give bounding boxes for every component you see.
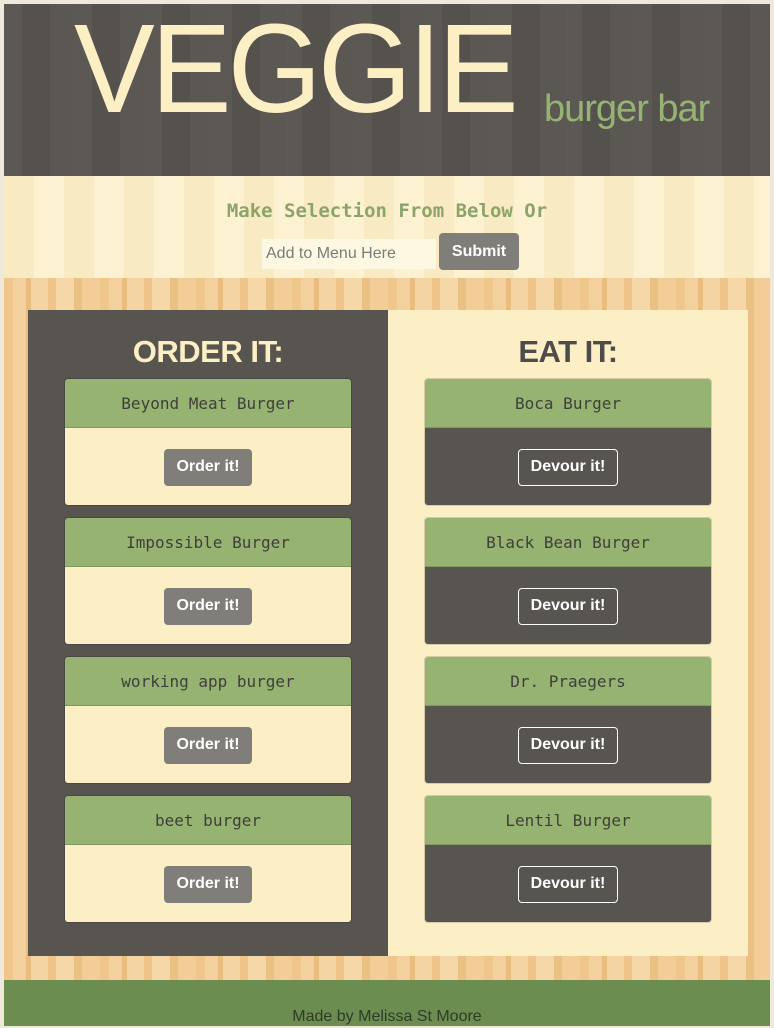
eat-card: Boca Burger Devour it! (424, 378, 712, 506)
add-burger-form: Make Selection From Below Or Submit (4, 176, 770, 278)
brand-subtitle: burger bar (544, 88, 710, 130)
burger-name: Beyond Meat Burger (65, 379, 351, 428)
eat-panel: EAT IT: Boca Burger Devour it! Black Bea… (388, 310, 748, 956)
order-card: Beyond Meat Burger Order it! (64, 378, 352, 506)
brand-title: VEGGIE (74, 0, 519, 139)
burger-name: Black Bean Burger (425, 518, 711, 567)
order-card: Impossible Burger Order it! (64, 517, 352, 645)
order-button[interactable]: Order it! (164, 448, 252, 486)
eat-panel-title: EAT IT: (518, 334, 618, 369)
header: VEGGIE burger bar (4, 4, 770, 176)
order-button[interactable]: Order it! (164, 865, 252, 903)
devour-button[interactable]: Devour it! (518, 865, 618, 903)
footer: Made by Melissa St Moore (4, 980, 770, 1026)
burger-name: Dr. Praegers (425, 657, 711, 706)
eat-card: Black Bean Burger Devour it! (424, 517, 712, 645)
burger-name: beet burger (65, 796, 351, 845)
eat-card: Dr. Praegers Devour it! (424, 656, 712, 784)
burger-name: working app burger (65, 657, 351, 706)
footer-credit: Made by Melissa St Moore (292, 1008, 482, 1025)
order-button[interactable]: Order it! (164, 726, 252, 764)
order-panel: ORDER IT: Beyond Meat Burger Order it! I… (28, 310, 388, 956)
burger-name: Lentil Burger (425, 796, 711, 845)
order-card: working app burger Order it! (64, 656, 352, 784)
devour-button[interactable]: Devour it! (518, 587, 618, 625)
order-panel-title: ORDER IT: (132, 334, 284, 369)
devour-button[interactable]: Devour it! (518, 726, 618, 764)
add-burger-input[interactable] (262, 239, 436, 269)
devour-button[interactable]: Devour it! (518, 448, 618, 486)
submit-button[interactable]: Submit (439, 233, 519, 270)
form-prompt: Make Selection From Below Or (226, 200, 548, 222)
burger-name: Impossible Burger (65, 518, 351, 567)
order-button[interactable]: Order it! (164, 587, 252, 625)
page: VEGGIE burger bar Make Selection From Be… (4, 4, 770, 1026)
burger-name: Boca Burger (425, 379, 711, 428)
eat-card: Lentil Burger Devour it! (424, 795, 712, 923)
menu-area: ORDER IT: Beyond Meat Burger Order it! I… (4, 278, 770, 980)
order-card: beet burger Order it! (64, 795, 352, 923)
